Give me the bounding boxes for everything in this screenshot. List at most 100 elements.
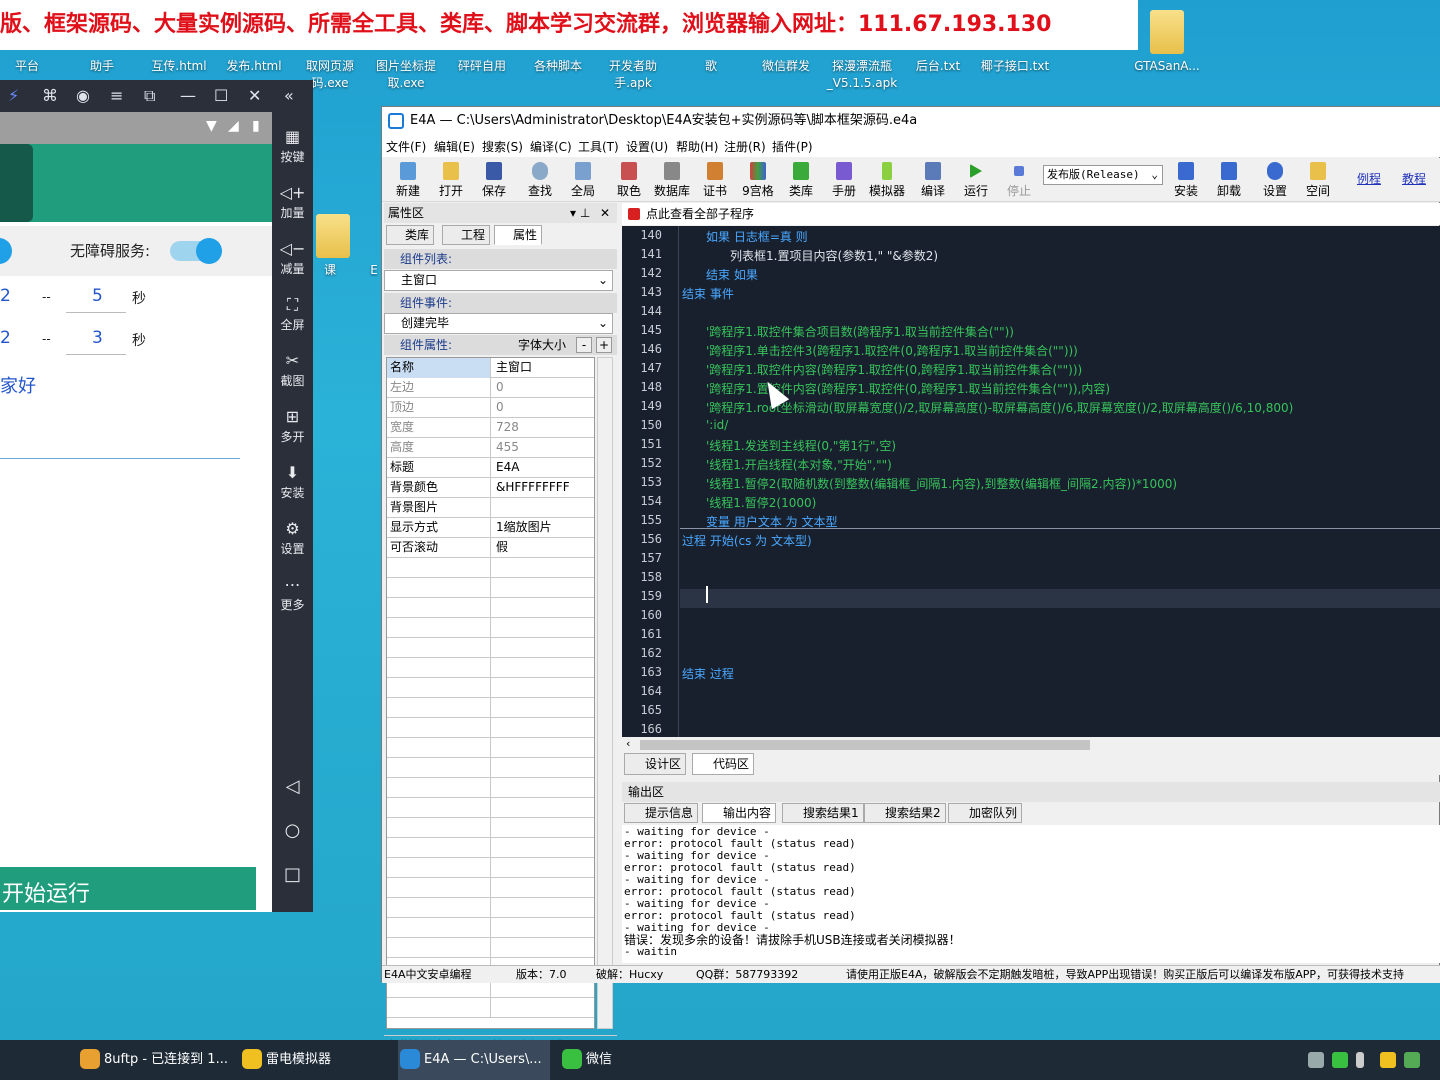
property-value[interactable]: [493, 698, 594, 718]
code-line[interactable]: 如果 日志框=真 则: [706, 228, 808, 245]
folder-icon[interactable]: [1150, 10, 1184, 54]
global-search-button[interactable]: 全局: [563, 162, 603, 199]
menu-edit[interactable]: 编辑(E): [434, 138, 475, 155]
property-value[interactable]: [493, 598, 594, 618]
property-value[interactable]: 假: [493, 538, 594, 558]
property-value[interactable]: [493, 818, 594, 838]
settings-tool-button[interactable]: 设置: [1255, 162, 1295, 199]
tab-library[interactable]: 类库: [386, 225, 435, 245]
property-row[interactable]: [387, 698, 594, 718]
property-value[interactable]: [493, 898, 594, 918]
property-row[interactable]: [387, 638, 594, 658]
property-value[interactable]: [493, 878, 594, 898]
desktop-icon-label[interactable]: GTASanA...: [1132, 58, 1202, 75]
property-value[interactable]: [493, 918, 594, 938]
code-line[interactable]: '跨程序1.取控件集合项目数(跨程序1.取当前控件集合("")): [706, 323, 1014, 340]
code-line[interactable]: '跨程序1.root坐标滑动(取屏幕宽度()/2,取屏幕高度()-取屏幕高度()…: [706, 399, 1293, 416]
property-row[interactable]: 左边 0: [387, 378, 594, 398]
interval2-max[interactable]: 3: [92, 328, 103, 348]
code-line[interactable]: '线程1.暂停2(取随机数(到整数(编辑框_间隔1.内容),到整数(编辑框_间隔…: [706, 475, 1177, 492]
certificate-button[interactable]: 证书: [695, 162, 735, 199]
property-row[interactable]: 标题 E4A: [387, 458, 594, 478]
property-row[interactable]: [387, 598, 594, 618]
tab-properties[interactable]: 属性: [494, 225, 543, 245]
property-value[interactable]: 728: [493, 418, 594, 438]
volume-down-button[interactable]: ◁− 减量: [272, 238, 313, 277]
property-value[interactable]: [493, 998, 594, 1018]
volume-up-button[interactable]: ◁+ 加量: [272, 182, 313, 221]
property-value[interactable]: E4A: [493, 458, 594, 478]
keymap-button[interactable]: ▦ 按键: [272, 126, 313, 165]
accessibility-toggle[interactable]: [170, 238, 222, 264]
menu-plugins[interactable]: 插件(P): [772, 138, 813, 155]
toggle-left-knob[interactable]: [0, 238, 12, 264]
property-value[interactable]: [493, 838, 594, 858]
minimize-icon[interactable]: —: [180, 86, 196, 105]
desktop-icon-label[interactable]: E: [368, 262, 380, 279]
property-value[interactable]: 0: [493, 378, 594, 398]
tab-project[interactable]: 工程: [442, 225, 491, 245]
property-value[interactable]: [493, 798, 594, 818]
taskbar-item-8uftp[interactable]: 8uftp - 已连接到 1...: [78, 1040, 228, 1080]
property-value[interactable]: &HFFFFFFFF: [493, 478, 594, 498]
desktop-icon-label[interactable]: 探漫漂流瓶_V5.1.5.apk: [826, 58, 898, 92]
property-value[interactable]: [493, 498, 594, 518]
multi-instance-button[interactable]: ⊞ 多开: [272, 406, 313, 445]
tab-encryption-queue[interactable]: 加密队列: [948, 803, 1023, 823]
desktop-icon-label[interactable]: 发布.html: [222, 58, 286, 75]
maximize-icon[interactable]: ☐: [214, 86, 228, 105]
tab-hints[interactable]: 提示信息: [624, 803, 699, 823]
taskbar-item-e4a[interactable]: E4A — C:\Users\...: [398, 1040, 550, 1080]
desktop-icon-label[interactable]: 开发者助手.apk: [598, 58, 668, 92]
tab-design[interactable]: 设计区: [624, 753, 687, 775]
property-row[interactable]: [387, 998, 594, 1018]
close-icon[interactable]: ✕: [248, 86, 261, 105]
start-button[interactable]: 开始运行: [0, 867, 256, 910]
tray-wechat-icon[interactable]: [1332, 1052, 1348, 1068]
library-button[interactable]: 类库: [781, 162, 821, 199]
menu-icon[interactable]: ≡: [110, 86, 123, 105]
tab-search-results-1[interactable]: 搜索结果1: [782, 803, 864, 823]
property-value[interactable]: [493, 558, 594, 578]
code-line[interactable]: 列表框1.置项目内容(参数1," "&参数2): [730, 247, 938, 264]
settings-button[interactable]: ⚙ 设置: [272, 518, 313, 557]
desktop-icon-label[interactable]: 课: [320, 262, 340, 279]
property-value[interactable]: [493, 858, 594, 878]
property-row[interactable]: 显示方式 1缩放图片: [387, 518, 594, 538]
property-value[interactable]: [493, 738, 594, 758]
property-row[interactable]: 可否滚动假: [387, 538, 594, 558]
desktop-icon-label[interactable]: 后台.txt: [912, 58, 964, 75]
property-grid-scrollbar[interactable]: [597, 357, 613, 1029]
property-value[interactable]: [493, 758, 594, 778]
desktop-icon-label[interactable]: 图片坐标提取.exe: [372, 58, 440, 92]
property-row[interactable]: [387, 618, 594, 638]
property-row[interactable]: 背景颜色 &HFFFFFFFF: [387, 478, 594, 498]
property-value[interactable]: [493, 938, 594, 958]
property-value[interactable]: [493, 718, 594, 738]
collapse-icon[interactable]: «: [284, 86, 294, 105]
tray-emulator-icon[interactable]: [1380, 1052, 1396, 1068]
tray-app-icon[interactable]: [1404, 1052, 1420, 1068]
menu-tools[interactable]: 工具(T): [578, 138, 619, 155]
gamepad-icon[interactable]: ⌘: [42, 86, 58, 105]
install-apk-button[interactable]: ⬇ 安装: [272, 462, 313, 501]
desktop-icon-label[interactable]: 助手: [84, 58, 120, 75]
tray-mic-icon[interactable]: [1356, 1052, 1364, 1068]
find-button[interactable]: 查找: [520, 162, 560, 199]
property-row[interactable]: 顶边 0: [387, 398, 594, 418]
code-line[interactable]: '线程1.开启线程(本对象,"开始",""): [706, 456, 892, 473]
user-icon[interactable]: ◉: [76, 86, 90, 105]
property-value[interactable]: 1缩放图片: [493, 518, 594, 538]
tray-network-icon[interactable]: [1308, 1052, 1324, 1068]
menu-settings[interactable]: 设置(U): [626, 138, 668, 155]
menu-compile[interactable]: 编译(C): [530, 138, 572, 155]
back-nav-icon[interactable]: ◁: [272, 776, 313, 797]
tab-output[interactable]: 输出内容: [702, 803, 777, 823]
property-value[interactable]: [493, 638, 594, 658]
property-row[interactable]: 高度 455: [387, 438, 594, 458]
uninstall-button[interactable]: 卸载: [1209, 162, 1249, 199]
property-row[interactable]: [387, 838, 594, 858]
scroll-thumb[interactable]: [640, 740, 1090, 750]
tutorial-link[interactable]: 教程: [1394, 170, 1434, 187]
property-value[interactable]: 0: [493, 398, 594, 418]
